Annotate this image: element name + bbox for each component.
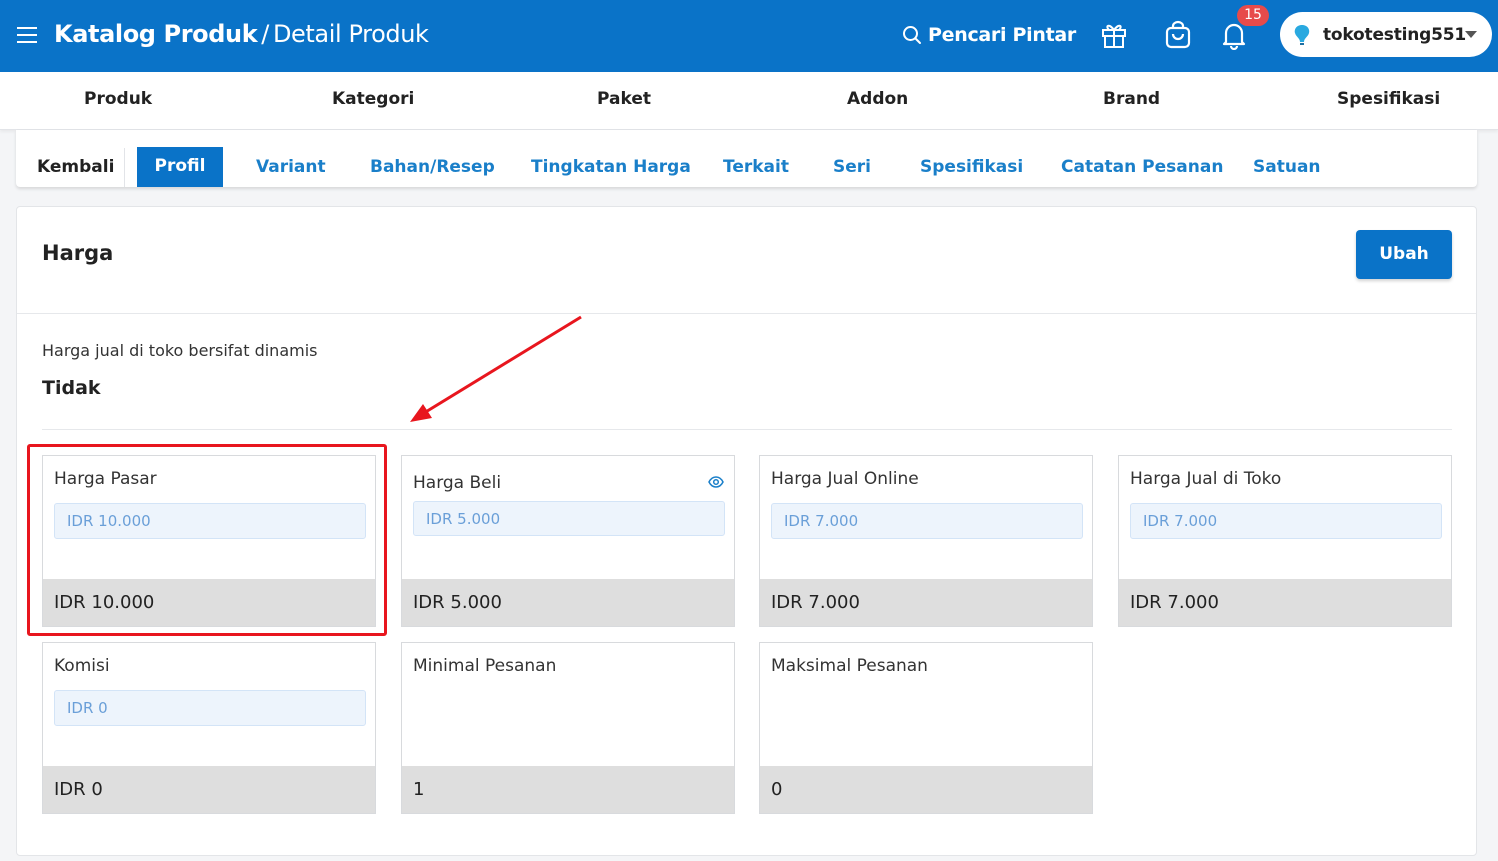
nav-kategori[interactable]: Kategori xyxy=(332,89,414,109)
price-input[interactable]: IDR 7.000 xyxy=(1130,503,1442,539)
price-box-harga-beli: Harga Beli IDR 5.000 IDR 5.000 xyxy=(401,455,735,627)
tab-divider xyxy=(124,148,125,187)
edit-button[interactable]: Ubah xyxy=(1356,230,1452,279)
card-title: Harga xyxy=(42,241,114,265)
tab-terkait[interactable]: Terkait xyxy=(723,157,789,197)
price-value: 1 xyxy=(402,766,734,813)
price-box-komisi: Komisi IDR 0 IDR 0 xyxy=(42,642,376,814)
breadcrumb-detail: Detail Produk xyxy=(272,20,429,48)
tab-back[interactable]: Kembali xyxy=(37,157,114,197)
shopping-bag-icon[interactable] xyxy=(1162,18,1194,52)
price-value: IDR 10.000 xyxy=(43,579,375,626)
price-value: IDR 0 xyxy=(43,766,375,813)
price-input[interactable]: IDR 5.000 xyxy=(413,501,725,536)
price-input[interactable]: IDR 7.000 xyxy=(771,503,1083,539)
top-header: Katalog Produk / Detail Produk Pencari Pin… xyxy=(0,0,1498,72)
price-label: Maksimal Pesanan xyxy=(771,656,928,676)
chevron-down-icon xyxy=(1465,31,1477,38)
price-box-harga-jual-toko: Harga Jual di Toko IDR 7.000 IDR 7.000 xyxy=(1118,455,1452,627)
tab-bahan-resep[interactable]: Bahan/Resep xyxy=(370,157,495,197)
search-icon xyxy=(903,26,921,44)
tab-seri[interactable]: Seri xyxy=(833,157,871,197)
price-value: IDR 7.000 xyxy=(760,579,1092,626)
store-name: tokotesting551 xyxy=(1323,24,1467,45)
price-label: Harga Pasar xyxy=(54,469,157,489)
price-label: Harga Beli xyxy=(413,473,502,493)
catalog-nav: Produk Kategori Paket Addon Brand Spesif… xyxy=(0,72,1498,130)
price-label: Minimal Pesanan xyxy=(413,656,557,676)
price-box-minimal-pesanan: Minimal Pesanan 1 xyxy=(401,642,735,814)
price-box-harga-jual-online: Harga Jual Online IDR 7.000 IDR 7.000 xyxy=(759,455,1093,627)
nav-spesifikasi[interactable]: Spesifikasi xyxy=(1337,89,1440,109)
gift-icon[interactable] xyxy=(1098,18,1130,52)
nav-addon[interactable]: Addon xyxy=(847,89,908,109)
tab-catatan-pesanan[interactable]: Catatan Pesanan xyxy=(1061,157,1223,197)
smart-search-button[interactable]: Pencari Pintar xyxy=(902,21,1076,49)
price-box-maksimal-pesanan: Maksimal Pesanan 0 xyxy=(759,642,1093,814)
breadcrumb: Katalog Produk / Detail Produk xyxy=(54,17,429,51)
tab-spesifikasi[interactable]: Spesifikasi xyxy=(920,157,1023,197)
price-label: Komisi xyxy=(54,656,110,676)
price-value: IDR 7.000 xyxy=(1119,579,1451,626)
tab-variant[interactable]: Variant xyxy=(256,157,326,197)
dynamic-price-label: Harga jual di toko bersifat dinamis xyxy=(42,341,318,360)
price-input[interactable]: IDR 10.000 xyxy=(54,503,366,539)
menu-icon[interactable] xyxy=(17,27,37,43)
nav-paket[interactable]: Paket xyxy=(597,89,651,109)
product-detail-tabs: Kembali Profil Variant Bahan/Resep Tingk… xyxy=(16,130,1477,187)
price-box-harga-pasar: Harga Pasar IDR 10.000 IDR 10.000 xyxy=(42,455,376,627)
divider xyxy=(17,313,1476,314)
store-logo-icon xyxy=(1294,24,1310,45)
eye-icon[interactable] xyxy=(708,476,724,488)
tab-satuan[interactable]: Satuan xyxy=(1253,157,1321,197)
price-label: Harga Jual Online xyxy=(771,469,919,489)
price-input[interactable]: IDR 0 xyxy=(54,690,366,726)
price-label: Harga Jual di Toko xyxy=(1130,469,1282,489)
nav-produk[interactable]: Produk xyxy=(84,89,152,109)
notification-badge: 15 xyxy=(1237,5,1269,26)
tab-tingkatan-harga[interactable]: Tingkatan Harga xyxy=(531,157,691,197)
price-value: 0 xyxy=(760,766,1092,813)
breadcrumb-catalog[interactable]: Katalog Produk xyxy=(54,20,258,48)
smart-search-label: Pencari Pintar xyxy=(928,24,1076,46)
price-value: IDR 5.000 xyxy=(402,579,734,626)
divider xyxy=(42,429,1452,430)
breadcrumb-separator: / xyxy=(261,20,269,48)
nav-brand[interactable]: Brand xyxy=(1103,89,1160,109)
dynamic-price-value: Tidak xyxy=(42,377,101,399)
tab-profil[interactable]: Profil xyxy=(137,147,223,187)
store-selector[interactable]: tokotesting551 xyxy=(1280,12,1492,57)
